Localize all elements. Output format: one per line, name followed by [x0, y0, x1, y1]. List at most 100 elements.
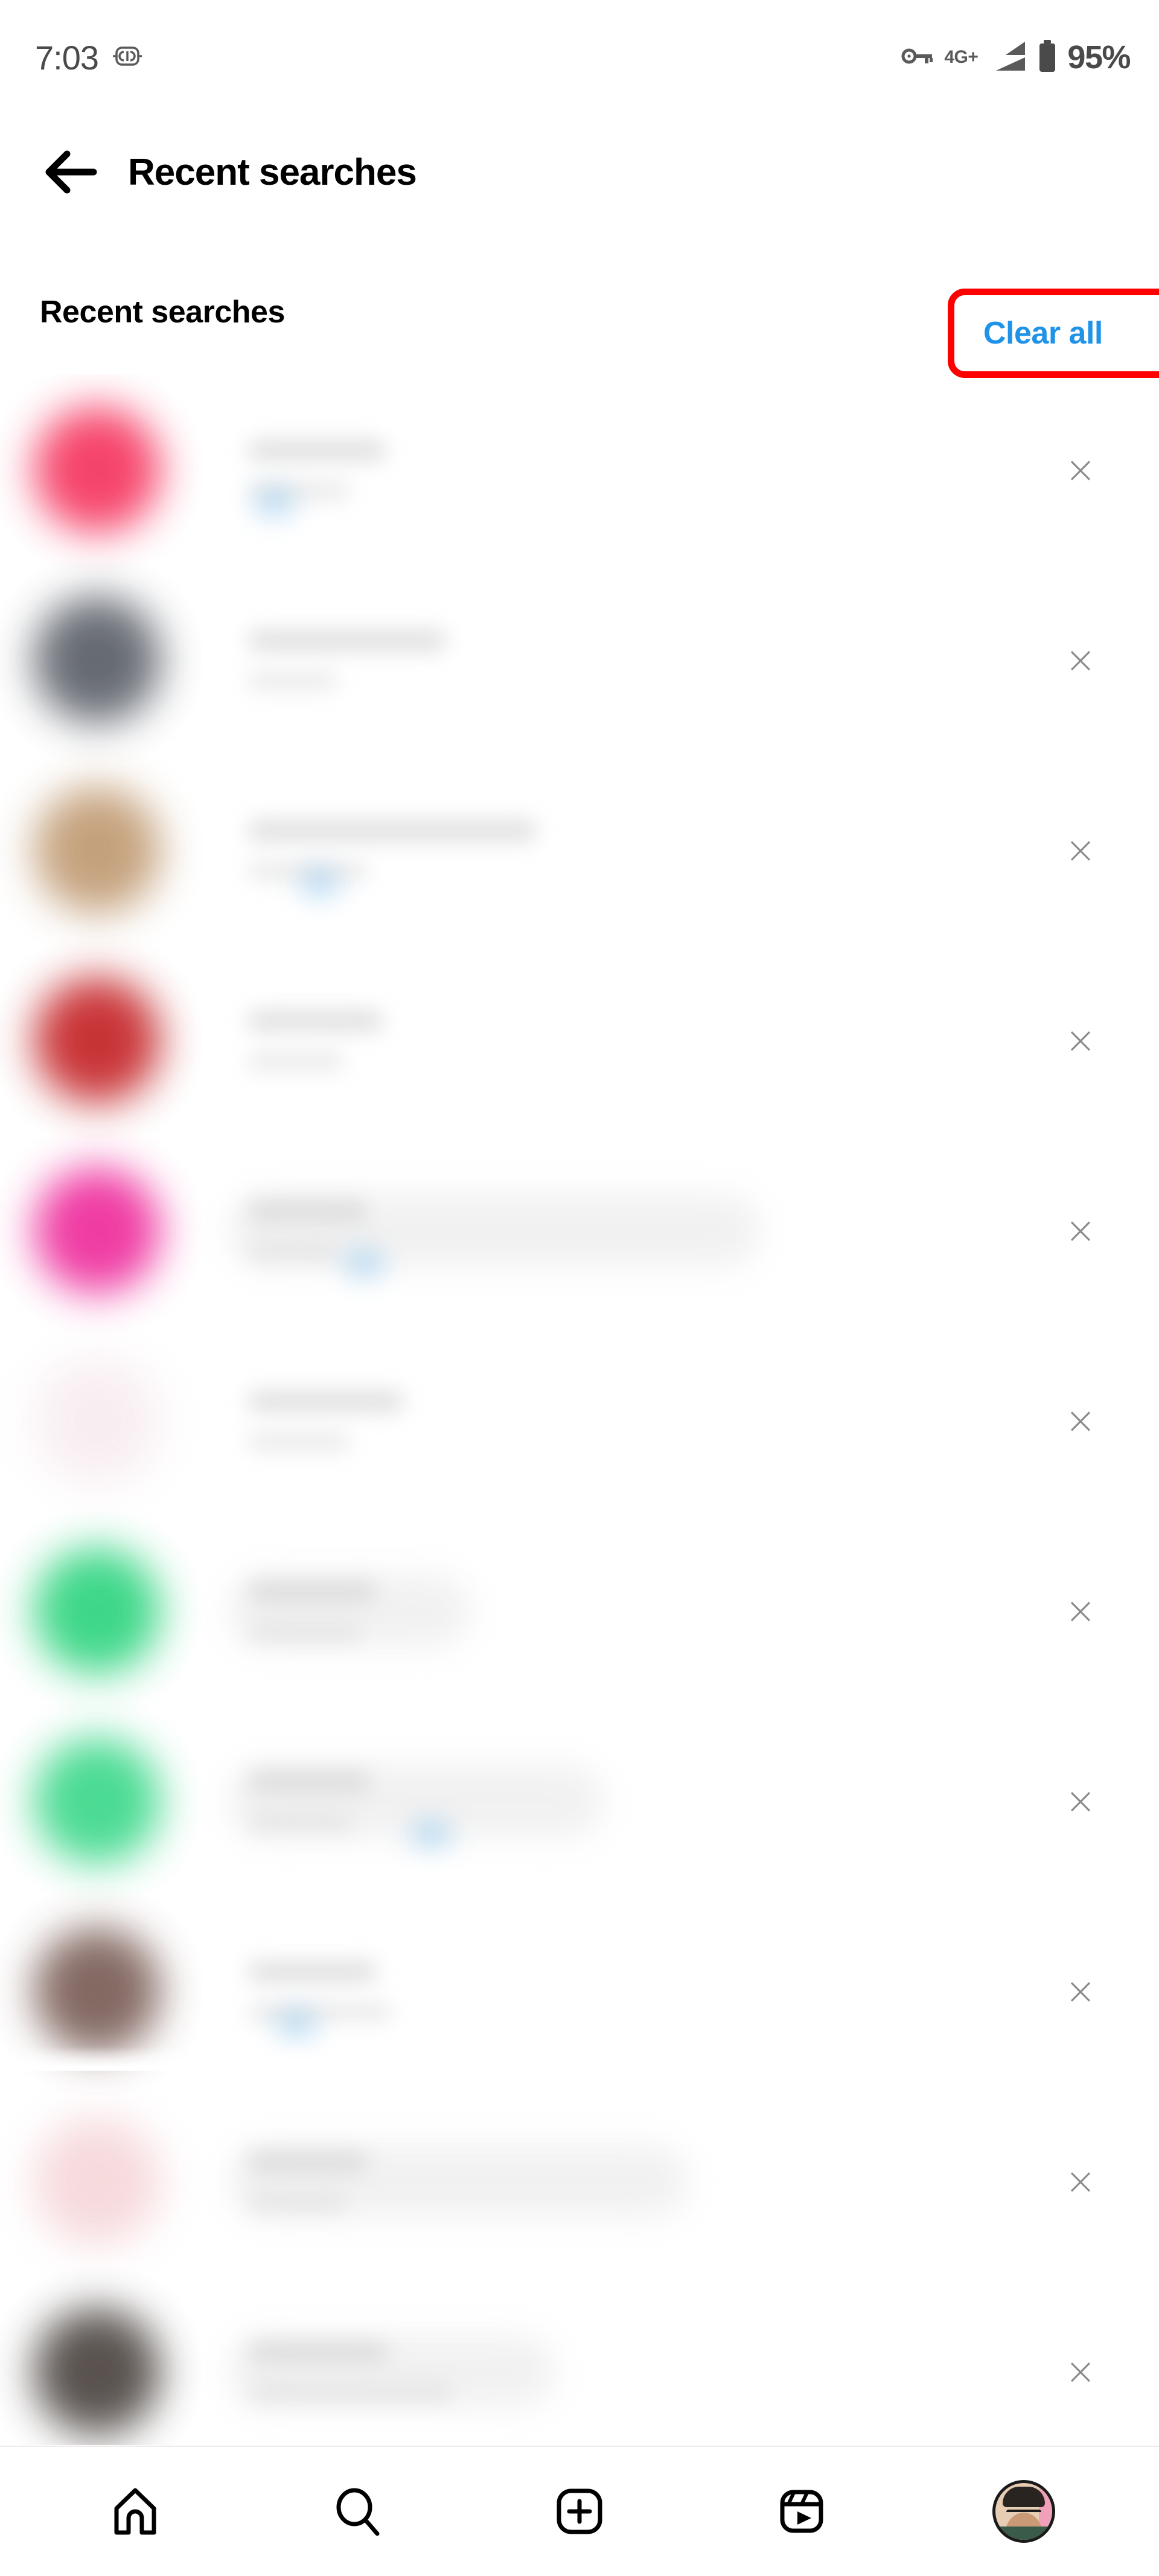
recent-search-row[interactable]: ×: [0, 2086, 1159, 2276]
row-avatar: [34, 2117, 161, 2245]
close-icon: ×: [1065, 1968, 1096, 2013]
row-text-blur: [247, 2341, 453, 2402]
recent-search-row[interactable]: ×: [0, 1705, 1159, 1896]
recent-search-row[interactable]: ×: [0, 1896, 1159, 2086]
remove-search-button[interactable]: ×: [1002, 1896, 1159, 2086]
row-avatar: [34, 976, 161, 1104]
status-bar: 7:03 4G+ 95%: [0, 0, 1159, 115]
close-icon: ×: [1065, 637, 1096, 682]
page-title: Recent searches: [128, 151, 417, 193]
close-icon: ×: [1065, 1207, 1096, 1252]
close-icon: ×: [1065, 1778, 1096, 1823]
clear-all-button[interactable]: Clear all: [983, 315, 1103, 351]
row-text-blur: [247, 1580, 377, 1641]
close-icon: ×: [1065, 2158, 1096, 2203]
battery-percent: 95%: [1067, 39, 1131, 75]
reels-icon[interactable]: [741, 2463, 862, 2560]
remove-search-button[interactable]: ×: [1002, 2276, 1159, 2445]
alarm-clock-icon: [112, 45, 143, 70]
row-verified-blur: [410, 1820, 452, 1848]
close-icon: ×: [1065, 827, 1096, 872]
recent-searches-list[interactable]: × × × × × × × × × × ×: [0, 374, 1159, 2445]
row-username-blur: [247, 1200, 368, 1222]
row-subtitle-blur: [247, 2383, 453, 2402]
clear-all-highlight: Clear all: [948, 289, 1159, 378]
signal-bars-icon: [988, 40, 1027, 75]
recent-search-row[interactable]: ×: [0, 2276, 1159, 2445]
recent-search-row[interactable]: ×: [0, 564, 1159, 755]
row-avatar: [34, 406, 161, 533]
row-subtitle-blur: [247, 2193, 347, 2211]
row-subtitle-blur: [247, 2002, 392, 2021]
row-username-blur: [247, 1960, 377, 1983]
vpn-key-icon: [901, 45, 934, 70]
row-avatar: [34, 1357, 161, 1484]
recent-search-row[interactable]: ×: [0, 1135, 1159, 1325]
status-time: 7:03: [35, 38, 99, 77]
row-subtitle-blur: [247, 1622, 362, 1641]
recent-search-row[interactable]: ×: [0, 1325, 1159, 1515]
row-username-blur: [247, 2341, 389, 2363]
close-icon: ×: [1065, 1588, 1096, 1632]
row-text-blur: [247, 629, 447, 690]
row-username-blur: [247, 439, 386, 461]
avatar-glasses: [1006, 2510, 1041, 2519]
row-text-blur: [247, 2150, 368, 2211]
row-avatar: [34, 596, 161, 723]
row-text-blur: [247, 1009, 383, 1070]
row-avatar: [34, 2307, 161, 2435]
close-icon: ×: [1065, 1017, 1096, 1062]
row-avatar: [34, 786, 161, 913]
app-root: 7:03 4G+ 95% Recent searches Recent sear…: [0, 0, 1159, 2576]
recent-search-row[interactable]: ×: [0, 374, 1159, 564]
remove-search-button[interactable]: ×: [1002, 1135, 1159, 1325]
network-type-label: 4G+: [944, 47, 979, 67]
row-verified-blur: [275, 2010, 318, 2038]
row-subtitle-blur: [247, 1052, 344, 1070]
row-subtitle-blur: [247, 1812, 353, 1831]
profile-avatar[interactable]: [963, 2463, 1084, 2560]
row-username-blur: [247, 1390, 404, 1412]
row-avatar: [34, 1166, 161, 1294]
row-text-blur: [247, 819, 537, 880]
row-text-blur: [247, 1200, 368, 1261]
remove-search-button[interactable]: ×: [1002, 2086, 1159, 2276]
remove-search-button[interactable]: ×: [1002, 1515, 1159, 1705]
recent-search-row[interactable]: ×: [0, 1515, 1159, 1705]
row-username-blur: [247, 1009, 383, 1032]
remove-search-button[interactable]: ×: [1002, 755, 1159, 945]
recent-search-row[interactable]: ×: [0, 755, 1159, 945]
section-title: Recent searches: [40, 295, 285, 330]
row-subtitle-blur: [247, 1432, 350, 1451]
home-icon[interactable]: [75, 2463, 196, 2560]
battery-icon: [1037, 39, 1058, 76]
remove-search-button[interactable]: ×: [1002, 945, 1159, 1135]
close-icon: ×: [1065, 1398, 1096, 1442]
row-text-blur: [247, 1770, 371, 1831]
search-icon[interactable]: [297, 2463, 418, 2560]
row-text-blur: [247, 1960, 392, 2021]
row-avatar: [34, 1927, 161, 2054]
row-text-blur: [247, 1390, 404, 1451]
row-subtitle-blur: [247, 1242, 338, 1261]
remove-search-button[interactable]: ×: [1002, 374, 1159, 564]
row-username-blur: [247, 1580, 377, 1602]
remove-search-button[interactable]: ×: [1002, 1325, 1159, 1515]
avatar-hair: [1003, 2487, 1045, 2507]
close-icon: ×: [1065, 2348, 1096, 2393]
row-username-blur: [247, 2150, 368, 2173]
remove-search-button[interactable]: ×: [1002, 564, 1159, 755]
row-subtitle-blur: [247, 671, 338, 690]
back-arrow-icon[interactable]: [24, 127, 115, 217]
create-icon[interactable]: [519, 2463, 640, 2560]
row-username-blur: [247, 629, 447, 651]
close-icon: ×: [1065, 447, 1096, 491]
avatar-shirt: [995, 2526, 1052, 2540]
row-username-blur: [247, 1770, 371, 1792]
row-avatar: [34, 1547, 161, 1674]
page-header: Recent searches: [0, 115, 1159, 229]
remove-search-button[interactable]: ×: [1002, 1705, 1159, 1896]
avatar: [992, 2480, 1055, 2543]
recent-search-row[interactable]: ×: [0, 945, 1159, 1135]
bottom-navigation-bar: [0, 2446, 1159, 2576]
